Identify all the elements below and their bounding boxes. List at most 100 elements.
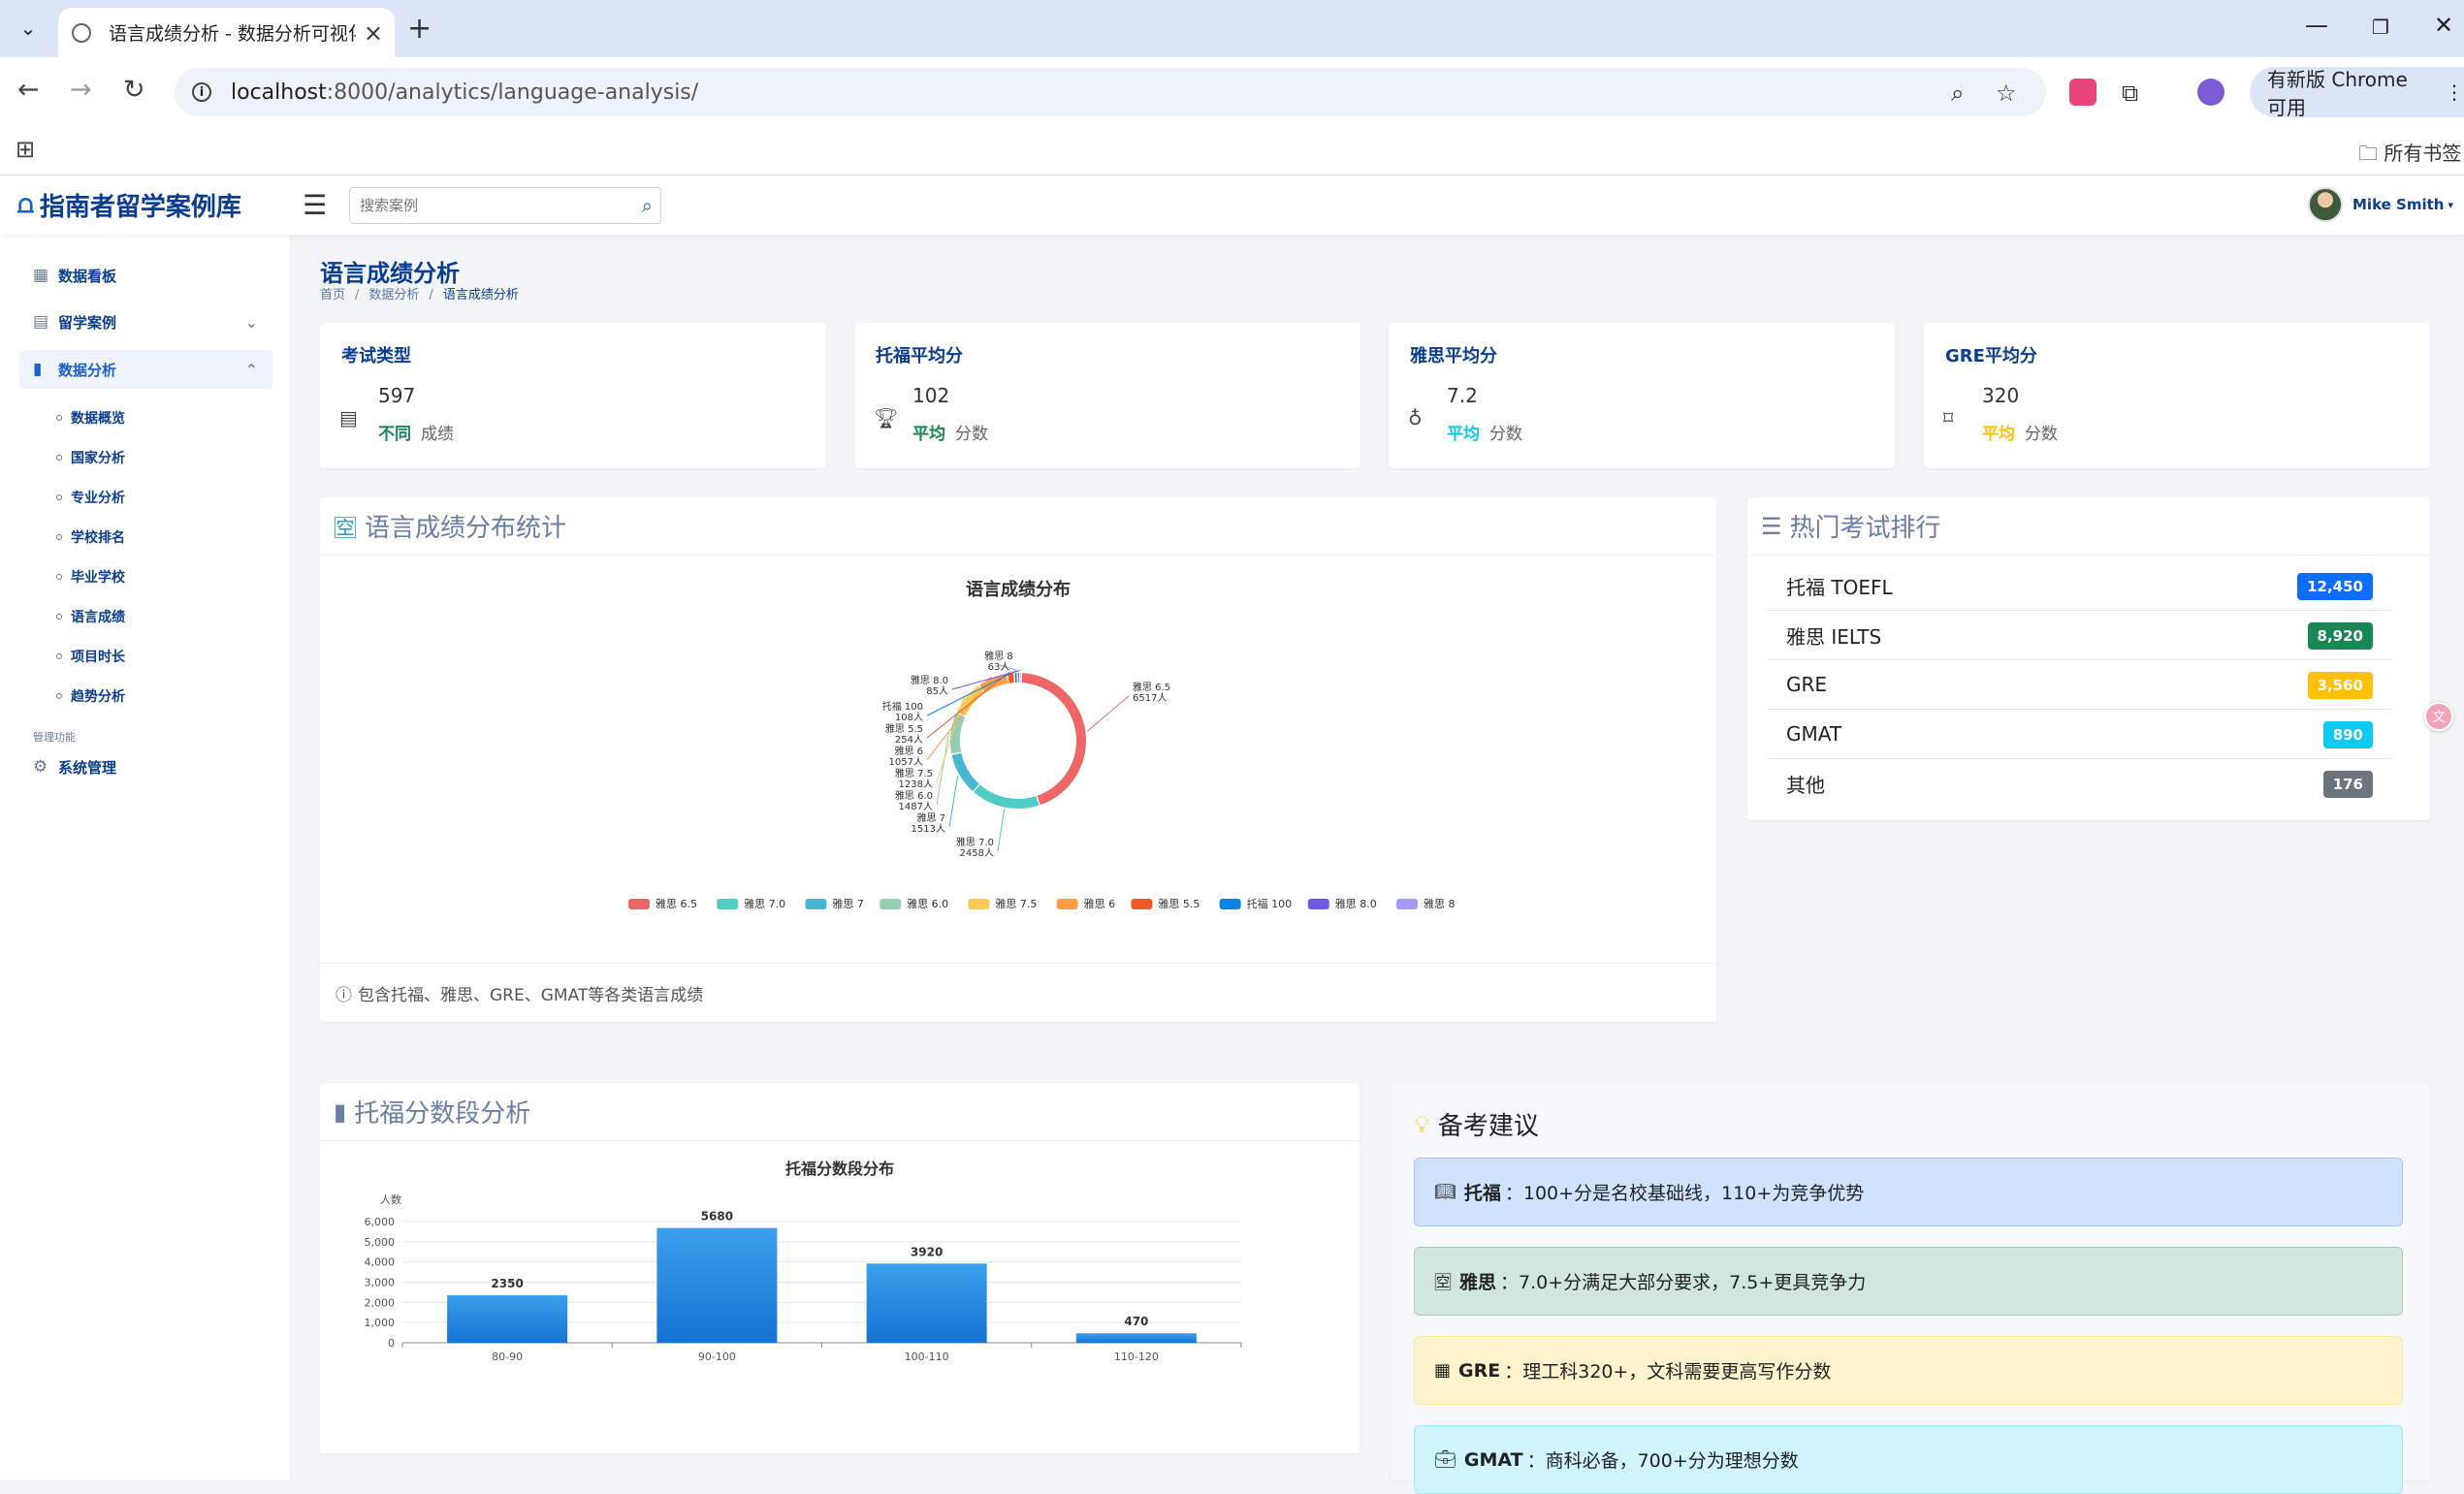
- subnav-major[interactable]: 专业分析: [56, 483, 125, 512]
- pie-label-value: 63人: [988, 661, 1010, 673]
- subnav-school-rank[interactable]: 学校排名: [56, 523, 125, 552]
- sidebar-item-analytics[interactable]: ▮ 数据分析 ⌃: [19, 350, 273, 389]
- bar: [866, 1263, 987, 1343]
- lightbulb-icon: 💡︎: [1414, 1110, 1430, 1138]
- count-badge: 3,560: [2307, 672, 2373, 699]
- main-content: 语言成绩分析 首页 / 数据分析 / 语言成绩分析 考试类型 ▤ 597 不同 成绩 托福…: [320, 235, 2464, 1494]
- subnav-label: 国家分析: [71, 451, 125, 466]
- bookmark-icon: ⌑: [1943, 406, 1954, 429]
- active-tab[interactable]: 语言成绩分析 - 数据分析可视化 ×: [58, 8, 395, 57]
- close-tab-icon[interactable]: ×: [364, 19, 383, 47]
- back-icon[interactable]: ←: [17, 75, 40, 105]
- x-tick-label: 100-110: [905, 1351, 949, 1363]
- legend-swatch: [1219, 899, 1241, 909]
- search-input[interactable]: [360, 197, 622, 214]
- trophy-icon: 🏆︎: [874, 406, 899, 429]
- briefcase-icon: 💼︎: [1434, 1449, 1456, 1470]
- bar: [656, 1227, 778, 1343]
- ranking-card: ☰ 热门考试排行 托福 TOEFL 12,450 雅思 IELTS 8,920 GR…: [1747, 497, 2430, 820]
- breadcrumb-analytics[interactable]: 数据分析: [368, 288, 419, 302]
- exam-name: GMAT: [1786, 722, 1842, 746]
- forward-icon[interactable]: →: [70, 75, 92, 105]
- legend-label: 托福 100: [1247, 897, 1293, 910]
- sidebar-item-cases[interactable]: ▤ 留学案例 ⌄: [19, 302, 273, 341]
- tip-name: GMAT: [1463, 1448, 1523, 1471]
- window-close-icon[interactable]: ✕: [2434, 12, 2453, 39]
- bullet-icon: [56, 415, 62, 421]
- pie-slice: [1019, 673, 1021, 683]
- advice-tip-toefl: 📖︎ 托福 ：100+分是名校基础线，110+为竞争优势: [1414, 1158, 2403, 1226]
- sidebar: ▦ 数据看板 ▤ 留学案例 ⌄ ▮ 数据分析 ⌃ 数据概览 国家分析 专业分析 …: [0, 235, 291, 1480]
- translate-extension-icon[interactable]: [2069, 79, 2096, 106]
- chevron-up-icon: ⌃: [244, 360, 258, 379]
- search-icon[interactable]: ⌕: [642, 194, 653, 217]
- menu-toggle-icon[interactable]: ☰: [303, 189, 327, 221]
- bullet-icon: [56, 693, 62, 699]
- pie-label-value: 1487人: [899, 801, 933, 812]
- subnav-duration[interactable]: 项目时长: [56, 642, 125, 671]
- zoom-icon[interactable]: ⌕: [1951, 79, 1964, 107]
- subnav-trend[interactable]: 趋势分析: [56, 682, 125, 711]
- pie-label-line: [936, 732, 949, 806]
- sidebar-item-label: 数据看板: [58, 267, 117, 285]
- y-axis-label: 人数: [380, 1193, 401, 1206]
- document-icon: ▤: [33, 312, 49, 332]
- stat-card-gre-avg: GRE平均分 ⌑ 320 平均 分数: [1924, 323, 2430, 468]
- brand[interactable]: ⩍ 指南者留学案例库: [17, 187, 241, 223]
- y-tick-label: 1,000: [365, 1317, 396, 1329]
- sidebar-item-label: 系统管理: [58, 758, 117, 777]
- subnav-graduated-school[interactable]: 毕业学校: [56, 562, 125, 591]
- address-bar[interactable]: i localhost:8000/analytics/language-anal…: [175, 68, 2046, 116]
- pie-label-line: [948, 776, 959, 828]
- folder-icon: 🗀: [2358, 142, 2378, 165]
- reload-icon[interactable]: ↻: [123, 75, 145, 105]
- pie-label-value: 1238人: [899, 779, 933, 790]
- toefl-score-card: ▮ 托福分数段分析 托福分数段分布 人数 0 1,000 2,000 3,000 4,000…: [320, 1083, 1360, 1453]
- all-bookmarks[interactable]: 🗀 所有书签: [2358, 138, 2461, 173]
- legend-swatch: [968, 899, 990, 909]
- subnav-country[interactable]: 国家分析: [56, 443, 125, 472]
- subnav-overview[interactable]: 数据概览: [56, 403, 125, 432]
- list-icon: ☰: [1761, 512, 1782, 540]
- sidebar-item-admin[interactable]: ⚙ 系统管理: [19, 747, 273, 786]
- user-name: Mike Smith: [2352, 196, 2445, 213]
- user-menu[interactable]: Mike Smith ▾: [2308, 187, 2453, 222]
- stat-value: 102: [912, 384, 950, 407]
- floating-translate-button[interactable]: 文: [2424, 702, 2453, 731]
- bookmark-star-icon[interactable]: ☆: [1996, 79, 2017, 107]
- apps-grid-icon[interactable]: ⊞: [16, 136, 35, 163]
- search-box[interactable]: ⌕: [349, 187, 661, 224]
- breadcrumb-home[interactable]: 首页: [320, 288, 345, 302]
- extensions-puzzle-icon[interactable]: ⧉: [2122, 79, 2138, 107]
- tip-text: ：7.0+分满足大部分要求，7.5+更具竞争力: [1500, 1272, 1867, 1293]
- stat-value: 7.2: [1447, 384, 1478, 407]
- more-menu-icon[interactable]: ⋮: [2445, 80, 2464, 104]
- book-icon: 📖︎: [1434, 1182, 1456, 1202]
- restore-icon[interactable]: ❐: [2372, 16, 2389, 39]
- bullet-icon: [56, 614, 62, 620]
- chrome-update-button[interactable]: 有新版 Chrome 可用 ⋮: [2250, 67, 2464, 119]
- pie-label-name: 雅思 6.5: [1133, 681, 1170, 693]
- pie-label-name: 雅思 6: [894, 745, 923, 757]
- footer-text: 包含托福、雅思、GRE、GMAT等各类语言成绩: [358, 985, 704, 1005]
- browser-chrome: ⌄ 语言成绩分析 - 数据分析可视化 × + — ❐ ✕ ← → ↻ i loc…: [0, 0, 2464, 175]
- sidebar-item-dashboard[interactable]: ▦ 数据看板: [19, 256, 273, 295]
- ranking-row: 其他 176: [1767, 759, 2392, 809]
- stat-highlight: 平均: [1982, 425, 2015, 444]
- grid-icon: ▦: [33, 266, 49, 285]
- stat-title: 考试类型: [341, 346, 411, 366]
- subnav-label: 语言成绩: [71, 610, 125, 625]
- site-info-icon[interactable]: i: [192, 82, 211, 102]
- bar: [447, 1295, 568, 1343]
- legend-label: 雅思 6: [1084, 897, 1116, 910]
- minimize-icon[interactable]: —: [2305, 12, 2328, 39]
- bar-value-label: 3920: [911, 1245, 943, 1258]
- profile-icon[interactable]: [2197, 79, 2224, 106]
- stat-card-toefl-avg: 托福平均分 🏆︎ 102 平均 分数: [854, 323, 1360, 468]
- new-tab-icon[interactable]: +: [407, 12, 432, 46]
- tab-search-chevron-icon[interactable]: ⌄: [12, 12, 45, 45]
- subnav-language[interactable]: 语言成绩: [56, 602, 125, 631]
- subnav-label: 毕业学校: [71, 570, 125, 586]
- legend-swatch: [1131, 899, 1153, 909]
- pie-label-line: [997, 809, 1006, 852]
